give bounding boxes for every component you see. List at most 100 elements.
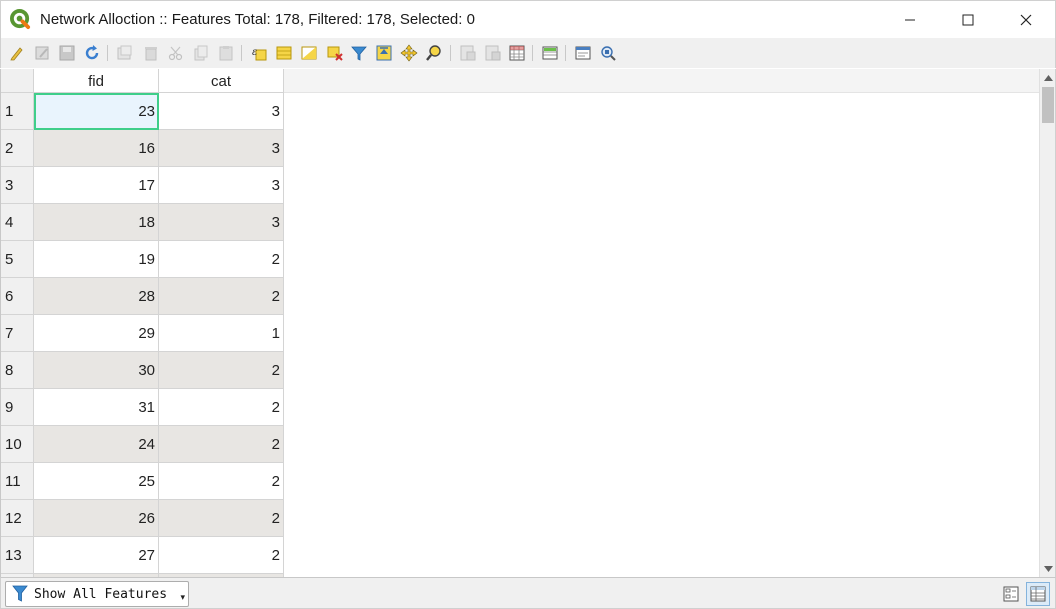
delete-selected-icon[interactable] <box>142 44 160 62</box>
table-row[interactable]: 11 25 2 <box>1 463 284 500</box>
add-feature-icon[interactable] <box>116 44 134 62</box>
cell-cat[interactable]: 1 <box>159 315 284 352</box>
copy-icon[interactable] <box>192 44 210 62</box>
row-header[interactable]: 2 <box>1 130 34 167</box>
deselect-all-icon[interactable] <box>326 44 344 62</box>
filter-select-icon[interactable] <box>350 44 368 62</box>
cell-fid[interactable]: 23 <box>34 93 159 130</box>
row-header[interactable]: 13 <box>1 537 34 574</box>
table-row[interactable]: 6 28 2 <box>1 278 284 315</box>
table-row[interactable]: 2 16 3 <box>1 130 284 167</box>
scroll-up-button[interactable] <box>1040 69 1056 86</box>
select-by-expression-icon[interactable]: ε <box>250 44 268 62</box>
pan-to-selected-icon[interactable] <box>400 44 418 62</box>
cell-cat[interactable]: 2 <box>159 500 284 537</box>
table-row[interactable]: 3 17 3 <box>1 167 284 204</box>
vertical-scrollbar[interactable] <box>1039 69 1056 577</box>
table-body: 1 23 3 2 16 3 3 17 3 4 18 3 5 19 2 6 28 … <box>1 93 284 577</box>
column-header-cat[interactable]: cat <box>159 69 284 93</box>
row-header[interactable]: 9 <box>1 389 34 426</box>
row-header[interactable]: 1 <box>1 93 34 130</box>
row-header[interactable]: 12 <box>1 500 34 537</box>
cell-fid[interactable]: 27 <box>34 537 159 574</box>
cell-cat[interactable]: 2 <box>159 389 284 426</box>
column-header-fid[interactable]: fid <box>34 69 159 93</box>
cell-fid[interactable]: 28 <box>34 278 159 315</box>
show-all-features-button[interactable]: Show All Features ▾ <box>5 581 189 607</box>
zoom-to-selected-icon[interactable] <box>425 44 443 62</box>
table-row[interactable]: 13 27 2 <box>1 537 284 574</box>
field-calculator-icon[interactable] <box>508 44 526 62</box>
table-row[interactable]: 5 19 2 <box>1 241 284 278</box>
conditional-formatting-icon[interactable] <box>541 44 559 62</box>
window-title: Network Alloction :: Features Total: 178… <box>40 11 475 28</box>
table-row[interactable]: 1 23 3 <box>1 93 284 130</box>
cell-cat[interactable]: 2 <box>159 241 284 278</box>
row-header[interactable]: 10 <box>1 426 34 463</box>
table-row[interactable]: 4 18 3 <box>1 204 284 241</box>
row-header[interactable]: 3 <box>1 167 34 204</box>
row-header[interactable]: 8 <box>1 352 34 389</box>
row-header[interactable]: 6 <box>1 278 34 315</box>
cell-fid[interactable]: 26 <box>34 500 159 537</box>
toolbar-separator <box>565 45 566 61</box>
row-header[interactable]: 5 <box>1 241 34 278</box>
maximize-button[interactable] <box>939 1 997 39</box>
table-row[interactable]: 9 31 2 <box>1 389 284 426</box>
table-row[interactable]: 8 30 2 <box>1 352 284 389</box>
cell-fid[interactable]: 17 <box>34 167 159 204</box>
attribute-table[interactable]: fid cat 1 23 3 2 16 3 3 17 3 4 18 3 5 19… <box>0 69 1039 577</box>
dock-icon[interactable] <box>599 44 617 62</box>
paste-icon[interactable] <box>217 44 235 62</box>
cell-cat[interactable]: 3 <box>159 130 284 167</box>
cell-fid[interactable]: 16 <box>34 130 159 167</box>
cell-cat[interactable]: 2 <box>159 352 284 389</box>
reload-table-icon[interactable] <box>83 44 101 62</box>
delete-field-icon[interactable] <box>484 44 502 62</box>
form-view-button[interactable] <box>999 582 1023 606</box>
cell-fid[interactable]: 24 <box>34 426 159 463</box>
table-row[interactable]: 12 26 2 <box>1 500 284 537</box>
minimize-icon <box>905 19 915 21</box>
cell-cat[interactable]: 3 <box>159 204 284 241</box>
new-field-icon[interactable] <box>459 44 477 62</box>
toolbar-separator <box>107 45 108 61</box>
row-header[interactable]: 11 <box>1 463 34 500</box>
toolbar-separator <box>450 45 451 61</box>
qgis-logo-icon <box>10 9 31 30</box>
scrollbar-thumb[interactable] <box>1042 87 1054 123</box>
select-all-icon[interactable] <box>275 44 293 62</box>
dropdown-caret-icon: ▾ <box>180 592 185 602</box>
cell-cat[interactable]: 2 <box>159 426 284 463</box>
toggle-multi-edit-icon[interactable] <box>34 44 52 62</box>
toggle-editing-icon[interactable] <box>8 44 26 62</box>
invert-selection-icon[interactable] <box>300 44 318 62</box>
cell-fid[interactable]: 31 <box>34 389 159 426</box>
save-edits-icon[interactable] <box>58 44 76 62</box>
cell-cat[interactable]: 2 <box>159 463 284 500</box>
cell-fid[interactable]: 30 <box>34 352 159 389</box>
cell-cat[interactable]: 2 <box>159 278 284 315</box>
cell-cat[interactable]: 2 <box>159 537 284 574</box>
cell-cat[interactable]: 3 <box>159 93 284 130</box>
toolbar-separator <box>241 45 242 61</box>
cell-fid[interactable]: 18 <box>34 204 159 241</box>
row-header[interactable]: 7 <box>1 315 34 352</box>
table-row[interactable]: 10 24 2 <box>1 426 284 463</box>
svg-text:ε: ε <box>252 47 257 58</box>
cut-icon[interactable] <box>167 44 185 62</box>
row-header[interactable]: 4 <box>1 204 34 241</box>
cell-cat[interactable]: 3 <box>159 167 284 204</box>
cell-fid[interactable]: 19 <box>34 241 159 278</box>
scroll-down-button[interactable] <box>1040 560 1056 577</box>
cell-fid[interactable]: 29 <box>34 315 159 352</box>
table-corner[interactable] <box>1 69 34 93</box>
bottom-bar: Show All Features ▾ <box>0 577 1056 609</box>
actions-icon[interactable] <box>574 44 592 62</box>
cell-fid[interactable]: 25 <box>34 463 159 500</box>
close-button[interactable] <box>997 1 1055 39</box>
move-selection-top-icon[interactable] <box>375 44 393 62</box>
minimize-button[interactable] <box>881 1 939 39</box>
table-row[interactable]: 7 29 1 <box>1 315 284 352</box>
table-view-button[interactable] <box>1026 582 1050 606</box>
